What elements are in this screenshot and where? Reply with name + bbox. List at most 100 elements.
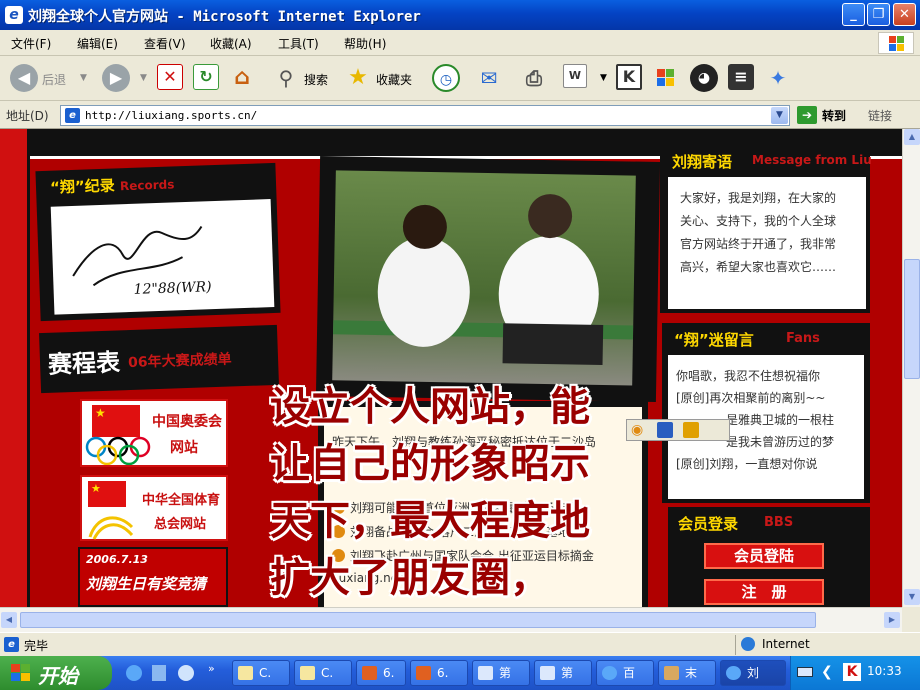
qq-penguin-icon[interactable]: ◕ [690,64,718,92]
taskbar-item-liuxiang-active[interactable]: 刘 [720,660,786,686]
signature-scribble [72,225,203,287]
messenger-icon[interactable]: ✦ [764,64,792,92]
fan-message[interactable]: [原创]再次相聚前的离别~~ [676,389,862,406]
quicklaunch-expand-icon[interactable]: » [208,662,215,675]
coc-link-line2: 网站 [170,440,198,456]
fan-message[interactable]: [原创]刘翔，一直想对你说 [676,455,862,472]
message-line-2: 关心、支持下，我的个人全球 [680,214,837,228]
k-tray-icon[interactable]: K [843,663,861,681]
refresh-icon[interactable]: ↻ [193,64,219,90]
address-input[interactable]: e http://liuxiang.sports.cn/ ▼ [60,105,790,126]
member-register-button[interactable]: 注 册 [704,579,824,605]
menu-favorites[interactable]: 收藏(A) [210,35,252,52]
taskbar-item-end[interactable]: 末 [658,660,716,686]
internet-globe-icon [741,637,755,651]
vertical-scrollbar[interactable]: ▲ ▼ [902,129,920,607]
k-app-icon[interactable]: K [616,64,642,90]
edit-dropdown-icon[interactable]: ▼ [600,73,607,83]
message-title: 刘翔寄语 [672,153,733,171]
menu-file[interactable]: 文件(F) [11,35,51,52]
back-button-label[interactable]: 后退 [42,71,66,88]
go-button-label[interactable]: 转到 [822,107,846,124]
members-panel: 会员登录 BBS 会员登陆 注 册 [668,507,870,607]
quicklaunch-ie-icon[interactable] [126,665,142,681]
taskbar-item-word-1[interactable]: 第 [472,660,530,686]
edit-word-icon[interactable]: W [563,64,587,88]
fan-message[interactable]: 你唱歌，我忍不住想祝福你 [676,367,862,384]
archive-icon[interactable]: ≡ [728,64,754,90]
forward-arrow-icon[interactable]: ▶ [102,64,130,92]
scroll-up-icon[interactable]: ▲ [904,129,920,145]
close-button[interactable]: ✕ [893,3,916,26]
tray-collapse-icon[interactable]: ❮ [821,664,833,680]
quicklaunch-desktop-icon[interactable] [152,665,166,681]
links-label[interactable]: 链接 [868,107,892,124]
taskbar-item-word-2[interactable]: 第 [534,660,592,686]
member-login-button[interactable]: 会员登陆 [704,543,824,569]
document-icon [478,666,493,680]
windows-start-icon [11,664,30,681]
document-icon [540,666,555,680]
scroll-right-icon[interactable]: ▶ [884,612,900,628]
records-panel: “翔”纪录 Records 12"88(WR) [35,162,281,322]
horizontal-scroll-thumb[interactable] [20,612,816,628]
taskbar-item-ppt-1[interactable]: 6. [356,660,406,686]
taskbar-item-folder-1[interactable]: C. [232,660,290,686]
sports-emblem-icon [88,516,134,540]
fans-panel: “翔”迷留言 Fans 你唱歌，我忍不住想祝福你 [原创]再次相聚前的离别~~ … [662,323,870,503]
left-edge [0,129,30,607]
horizontal-scrollbar[interactable]: ◀ ▶ [0,607,902,632]
mail-icon[interactable]: ✉ [475,64,503,92]
quicklaunch-media-icon[interactable] [178,665,194,681]
save-image-icon[interactable] [657,422,673,438]
overlay-line-1: 设立个人网站，能 [270,384,590,430]
message-line-4: 高兴，希望大家也喜欢它…… [680,260,837,274]
menu-help[interactable]: 帮助(H) [344,35,386,52]
records-title: “翔”纪录 Records [49,176,175,197]
status-bar: e 完毕 Internet [0,632,920,656]
birthday-banner[interactable]: 2006.7.13 刘翔生日有奖竞猜 [78,547,228,607]
back-dropdown-icon[interactable]: ▼ [80,73,87,83]
scroll-down-icon[interactable]: ▼ [904,589,920,605]
address-url[interactable]: http://liuxiang.sports.cn/ [85,109,257,122]
stop-icon[interactable]: ✕ [157,64,183,90]
fan-message[interactable]: 是雅典卫城的一根柱 [726,411,862,428]
sports-federation-link[interactable]: ★ 中华全国体育 总会网站 [80,475,228,541]
minimize-button[interactable]: _ [842,3,865,26]
system-tray: ❮ K 10:33 [790,656,920,690]
go-arrow-icon[interactable]: ➔ [797,106,817,124]
schedule-header: 赛程表 06年大赛成绩单 [39,324,279,394]
vertical-scroll-thumb[interactable] [904,259,920,379]
start-label: 开始 [38,664,78,688]
photo-frame [315,156,661,402]
search-icon[interactable]: ⚲ [272,64,300,92]
menu-view[interactable]: 查看(V) [144,35,186,52]
menu-tools[interactable]: 工具(T) [278,35,319,52]
print-icon[interactable]: ⎙ [520,64,548,92]
scroll-left-icon[interactable]: ◀ [1,612,17,628]
back-arrow-icon[interactable]: ◀ [10,64,38,92]
fan-message[interactable]: 是我未曾游历过的梦 [726,433,862,450]
history-icon[interactable]: ◷ [432,64,460,92]
menu-edit[interactable]: 编辑(E) [77,35,118,52]
minimize-icon: _ [850,7,857,22]
start-button[interactable]: 开始 [0,656,112,690]
forward-dropdown-icon[interactable]: ▼ [140,73,147,83]
print-image-icon[interactable] [683,422,699,438]
windows-flag-icon[interactable] [652,64,680,92]
search-button-label[interactable]: 搜索 [304,71,328,88]
taskbar-item-ppt-2[interactable]: 6. [410,660,468,686]
taskbar-item-baidu[interactable]: 百 [596,660,654,686]
favorites-button-label[interactable]: 收藏夹 [376,71,412,88]
maximize-button[interactable]: ❐ [867,3,890,26]
keyboard-icon[interactable] [797,667,813,677]
address-dropdown-icon[interactable]: ▼ [771,107,788,124]
overlay-line-2: 让自己的形象昭示 [270,441,590,487]
favorites-star-icon[interactable]: ★ [344,64,372,92]
maximize-icon: ❐ [872,7,885,22]
app-icon [664,666,679,680]
taskbar-item-folder-2[interactable]: C. [294,660,352,686]
coc-link[interactable]: ★ 中国奥委会 网站 [80,399,228,467]
ie-icon [602,666,617,680]
home-icon[interactable]: ⌂ [228,64,256,92]
